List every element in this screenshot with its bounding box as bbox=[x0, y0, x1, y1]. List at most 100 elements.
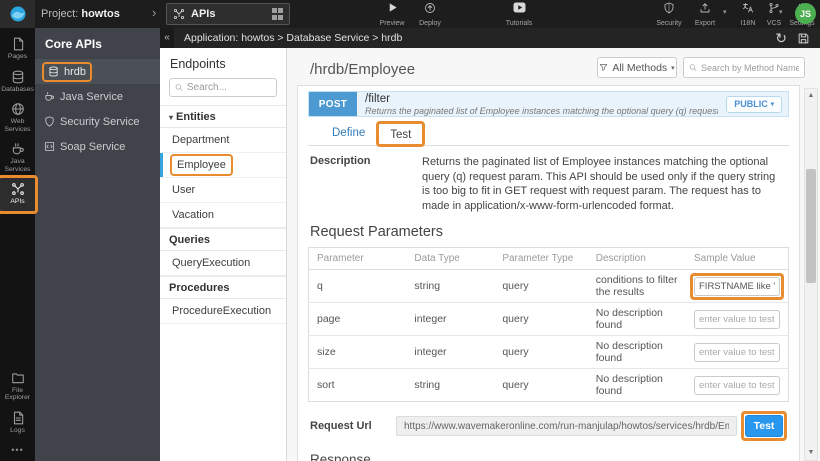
project-label: Project: howtos bbox=[41, 0, 120, 28]
section-caret-icon: ▾ bbox=[169, 113, 173, 122]
endpoint-item-vacation[interactable]: Vacation bbox=[160, 203, 286, 228]
user-avatar[interactable]: JS bbox=[795, 3, 816, 24]
sidebar-item-databases[interactable]: Databases bbox=[0, 66, 35, 99]
security-button[interactable]: Security bbox=[650, 2, 688, 27]
video-icon bbox=[513, 2, 526, 13]
api-tabs: Define Test bbox=[308, 121, 789, 146]
refresh-icon: ↻ bbox=[775, 31, 787, 45]
shield-icon bbox=[663, 2, 675, 14]
entities-section-header[interactable]: ▾Entities bbox=[160, 105, 286, 128]
request-parameters-heading: Request Parameters bbox=[310, 224, 789, 240]
wavemaker-studio: Project: howtos › APIs Preview Deploy Tu… bbox=[0, 0, 820, 461]
sample-value-input-size[interactable] bbox=[694, 343, 780, 362]
coffee-icon bbox=[44, 91, 55, 102]
method-search-input[interactable] bbox=[701, 63, 799, 73]
tutorials-button[interactable]: Tutorials bbox=[500, 2, 538, 27]
description-text: Returns the paginated list of Employee i… bbox=[422, 155, 789, 213]
page-title: /hrdb/Employee bbox=[310, 61, 415, 78]
table-row-size: size integer query No description found bbox=[309, 336, 789, 369]
sample-value-input-page[interactable] bbox=[694, 310, 780, 329]
endpoint-item-queryexecution[interactable]: QueryExecution bbox=[160, 251, 286, 276]
document-icon bbox=[11, 37, 25, 51]
main-content: /hrdb/Employee All Methods ▾ POST /filte… bbox=[287, 48, 820, 461]
tab-test[interactable]: Test bbox=[377, 122, 424, 146]
queries-section-header[interactable]: Queries bbox=[160, 228, 286, 251]
more-options-icon[interactable]: ••• bbox=[11, 439, 23, 461]
procedures-section-header[interactable]: Procedures bbox=[160, 276, 286, 299]
sidebar-item-file-explorer[interactable]: File Explorer bbox=[0, 367, 35, 407]
scroll-up-icon[interactable]: ▲ bbox=[805, 90, 817, 102]
description-label: Description bbox=[310, 155, 422, 213]
sidebar-item-apis[interactable]: APIs bbox=[0, 178, 35, 211]
sample-value-input-q[interactable] bbox=[694, 277, 780, 296]
deploy-button[interactable]: Deploy bbox=[411, 2, 449, 27]
test-button[interactable]: Test bbox=[745, 415, 783, 437]
endpoints-search[interactable] bbox=[169, 78, 277, 97]
api-icon bbox=[173, 8, 185, 20]
endpoint-item-procedureexecution[interactable]: ProcedureExecution bbox=[160, 299, 286, 324]
grid-icon[interactable] bbox=[272, 8, 284, 20]
breadcrumb: Application: howtos > Database Service >… bbox=[174, 32, 775, 44]
translate-icon bbox=[742, 2, 754, 14]
main-scrollbar-thumb[interactable] bbox=[806, 169, 816, 283]
method-search[interactable] bbox=[683, 57, 805, 78]
left-icon-rail: Pages Databases Web Services Java Servic… bbox=[0, 28, 35, 461]
method-badge-post[interactable]: POST bbox=[309, 92, 357, 116]
sidebar-item-logs[interactable]: Logs bbox=[0, 407, 35, 440]
export-button[interactable]: Export bbox=[686, 2, 724, 27]
request-url-row: Request Url Test bbox=[308, 415, 789, 437]
preview-button[interactable]: Preview bbox=[373, 2, 411, 27]
endpoint-item-employee[interactable]: Employee bbox=[160, 153, 286, 178]
endpoint-item-department[interactable]: Department bbox=[160, 128, 286, 153]
collapse-panel-button[interactable]: « bbox=[160, 28, 174, 48]
all-methods-filter[interactable]: All Methods ▾ bbox=[597, 57, 677, 78]
deploy-icon bbox=[424, 2, 436, 14]
soap-icon bbox=[44, 141, 55, 152]
tab-define[interactable]: Define bbox=[320, 121, 377, 145]
log-file-icon bbox=[11, 411, 25, 425]
export-caret-icon[interactable]: ▾ bbox=[723, 8, 727, 16]
globe-icon bbox=[11, 102, 25, 116]
project-name: howtos bbox=[81, 8, 120, 20]
caret-down-icon: ▾ bbox=[671, 64, 675, 72]
search-icon bbox=[689, 63, 697, 72]
application-bar: « Application: howtos > Database Service… bbox=[160, 28, 820, 48]
core-api-label: Soap Service bbox=[60, 141, 125, 153]
api-path: /filter bbox=[365, 93, 718, 106]
table-row-sort: sort string query No description found bbox=[309, 369, 789, 402]
request-url-input[interactable] bbox=[396, 416, 737, 436]
core-api-label: Java Service bbox=[60, 91, 123, 103]
core-api-label: Security Service bbox=[60, 116, 139, 128]
endpoint-item-user[interactable]: User bbox=[160, 178, 286, 203]
selected-indicator bbox=[160, 153, 163, 177]
core-api-item-security-service[interactable]: Security Service bbox=[35, 109, 160, 134]
scroll-down-icon[interactable]: ▼ bbox=[805, 447, 817, 459]
core-api-item-soap-service[interactable]: Soap Service bbox=[35, 134, 160, 159]
sidebar-item-java-services[interactable]: Java Services bbox=[0, 138, 35, 178]
play-icon bbox=[387, 2, 398, 13]
table-row-q: q string query conditions to filter the … bbox=[309, 270, 789, 303]
core-apis-panel: Core APIs hrdb Java Service Security Ser… bbox=[35, 28, 160, 461]
sidebar-item-web-services[interactable]: Web Services bbox=[0, 98, 35, 138]
database-icon bbox=[11, 70, 25, 84]
request-url-label: Request Url bbox=[310, 420, 388, 432]
endpoints-search-input[interactable] bbox=[187, 82, 271, 93]
vcs-caret-icon[interactable]: ▾ bbox=[779, 8, 783, 16]
folder-icon bbox=[11, 371, 25, 385]
core-api-label: hrdb bbox=[64, 66, 86, 78]
sample-value-input-sort[interactable] bbox=[694, 376, 780, 395]
save-button[interactable] bbox=[797, 32, 810, 45]
refresh-button[interactable]: ↻ bbox=[775, 31, 787, 45]
main-scrollbar[interactable]: ▲ ▼ bbox=[804, 88, 818, 461]
wavemaker-logo[interactable] bbox=[0, 0, 35, 28]
sidebar-item-pages[interactable]: Pages bbox=[0, 33, 35, 66]
database-icon bbox=[48, 66, 59, 77]
wavemaker-logo-icon bbox=[9, 5, 27, 23]
api-accordion-filter[interactable]: POST /filter Returns the paginated list … bbox=[308, 91, 789, 117]
response-heading: Response bbox=[310, 452, 789, 461]
visibility-dropdown[interactable]: PUBLIC ▾ bbox=[726, 96, 782, 113]
core-api-item-hrdb[interactable]: hrdb bbox=[35, 59, 160, 84]
core-api-item-java-service[interactable]: Java Service bbox=[35, 84, 160, 109]
apis-workspace-tab[interactable]: APIs bbox=[166, 3, 290, 25]
request-parameters-table: Parameter Data Type Parameter Type Descr… bbox=[308, 247, 789, 402]
